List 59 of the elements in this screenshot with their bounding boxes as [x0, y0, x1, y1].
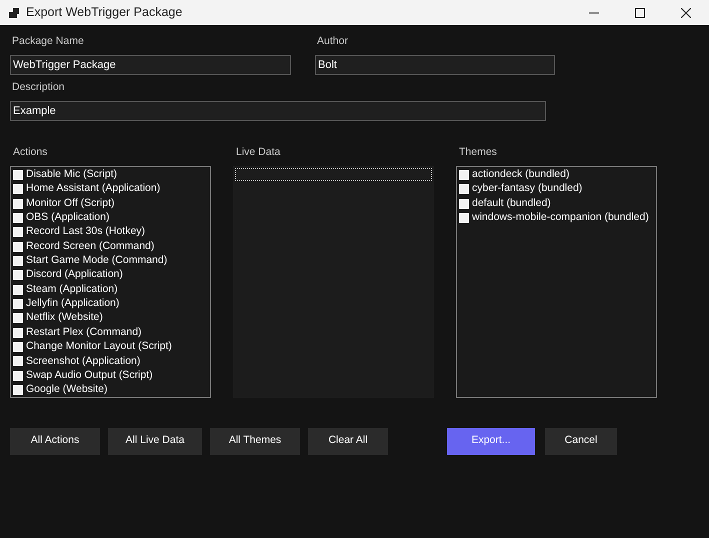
list-item-label: Netflix (Website)	[26, 310, 103, 326]
action-button[interactable]: All Actions	[10, 428, 100, 455]
checkbox[interactable]	[459, 198, 469, 209]
checkbox[interactable]	[13, 370, 23, 381]
export-button[interactable]: Export...	[447, 428, 535, 455]
list-item-label: Start Game Mode (Command)	[26, 253, 168, 268]
list-item-label: Steam (Application)	[26, 282, 118, 297]
list-item-label: Swap Audio Output (Script)	[26, 368, 153, 383]
list-item-label: cyber-fantasy (bundled)	[472, 181, 582, 196]
list-item-label: Record Last 30s (Hotkey)	[26, 224, 146, 240]
checkbox[interactable]	[13, 342, 23, 352]
list-item-label: Discord (Application)	[26, 267, 123, 282]
field-label: Description	[12, 81, 66, 94]
checkbox[interactable]	[13, 256, 23, 266]
list-label: Live Data	[236, 145, 282, 160]
list-item-label: Disable Mic (Script)	[26, 167, 118, 182]
list-item-label: actiondeck (bundled)	[472, 167, 570, 182]
text-field[interactable]: Example	[10, 101, 546, 121]
list-label: Themes	[459, 145, 498, 160]
list-item-label: Record Screen (Command)	[26, 238, 154, 254]
list-item-label: OBS (Application)	[26, 210, 110, 226]
checkbox[interactable]	[13, 299, 23, 310]
app-icon	[8, 6, 20, 18]
action-button[interactable]: Cancel	[545, 428, 617, 455]
list-item-label: Restart Plex (Command)	[26, 324, 142, 340]
checkbox[interactable]	[13, 212, 23, 223]
checkbox[interactable]	[459, 170, 469, 180]
window-title: Export WebTrigger Package	[26, 4, 182, 22]
action-button[interactable]: Clear All	[308, 428, 388, 455]
action-button[interactable]: All Live Data	[108, 428, 202, 455]
list-item-label: Monitor Off (Script)	[26, 196, 114, 211]
list-item-label: default (bundled)	[472, 196, 551, 211]
checkbox[interactable]	[13, 356, 23, 366]
checkbox[interactable]	[13, 385, 23, 396]
checkbox[interactable]	[13, 198, 23, 209]
action-button[interactable]: All Themes	[210, 428, 300, 455]
field-label: Author	[317, 35, 349, 48]
list-item-label: Jellyfin (Application)	[26, 296, 120, 312]
checkbox[interactable]	[13, 170, 23, 180]
checkbox[interactable]	[13, 270, 23, 280]
checkbox[interactable]	[459, 212, 469, 223]
checkbox[interactable]	[13, 184, 23, 194]
list-item-label: windows-mobile-companion (bundled)	[472, 210, 649, 226]
text-field[interactable]: WebTrigger Package	[10, 55, 291, 75]
list-item-label: Home Assistant (Application)	[26, 181, 160, 196]
list-label: Actions	[13, 145, 48, 160]
maximize-icon	[635, 8, 645, 18]
close-icon	[681, 8, 691, 18]
text-field[interactable]: Bolt	[315, 55, 555, 75]
checkbox[interactable]	[13, 242, 23, 252]
checkbox[interactable]	[459, 184, 469, 194]
list-item-label: Change Monitor Layout (Script)	[26, 339, 172, 354]
checkbox[interactable]	[13, 227, 23, 238]
checkbox[interactable]	[13, 313, 23, 324]
checkbox[interactable]	[13, 328, 23, 338]
field-label: Package Name	[12, 35, 85, 48]
list-item-label: Screenshot (Application)	[26, 354, 140, 369]
checkbox[interactable]	[13, 284, 23, 295]
list-item-label: Google (Website)	[26, 382, 108, 398]
